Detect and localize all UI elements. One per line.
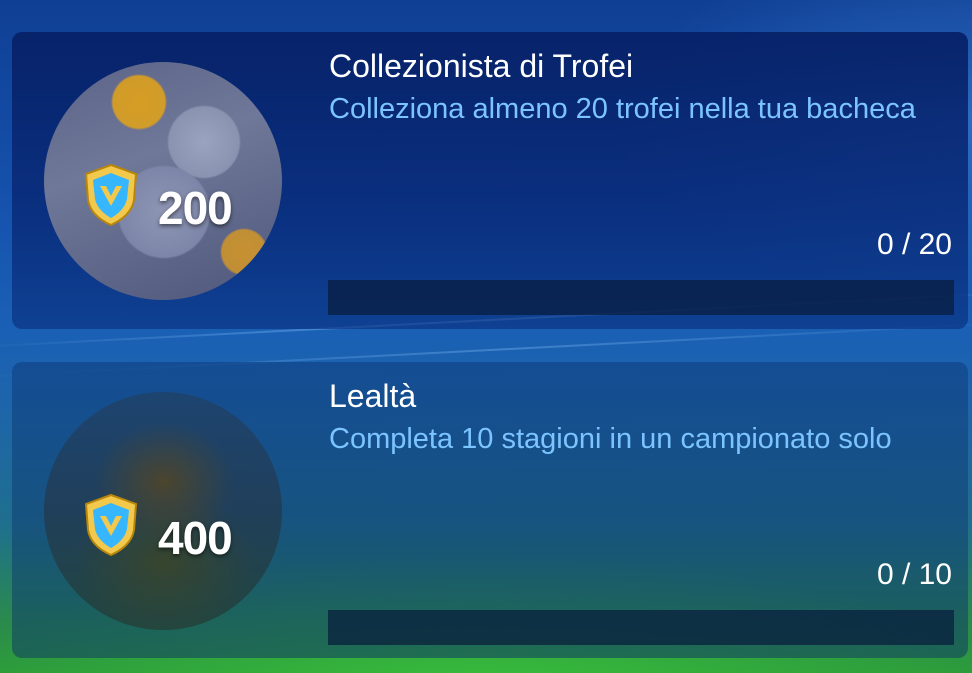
achievement-card[interactable]: 200 Collezionista di Trofei Colleziona a… <box>12 32 968 329</box>
achievement-title: Lealtà <box>329 378 417 414</box>
points-shield-icon <box>84 163 138 227</box>
points-shield-icon <box>84 493 138 557</box>
achievement-description: Completa 10 stagioni in un campionato so… <box>329 423 892 455</box>
progress-text: 0 / 10 <box>876 558 952 591</box>
achievement-description: Colleziona almeno 20 trofei nella tua ba… <box>329 93 916 125</box>
progress-bar <box>328 610 954 645</box>
points-value: 200 <box>158 182 233 234</box>
progress-text: 0 / 20 <box>876 228 952 261</box>
progress-bar <box>328 280 954 315</box>
points-value: 400 <box>158 512 233 564</box>
achievement-card[interactable]: 400 Lealtà Completa 10 stagioni in un ca… <box>12 362 968 658</box>
achievement-title: Collezionista di Trofei <box>329 48 634 84</box>
achievement-badge: 400 <box>44 392 282 630</box>
achievement-badge: 200 <box>44 62 282 300</box>
